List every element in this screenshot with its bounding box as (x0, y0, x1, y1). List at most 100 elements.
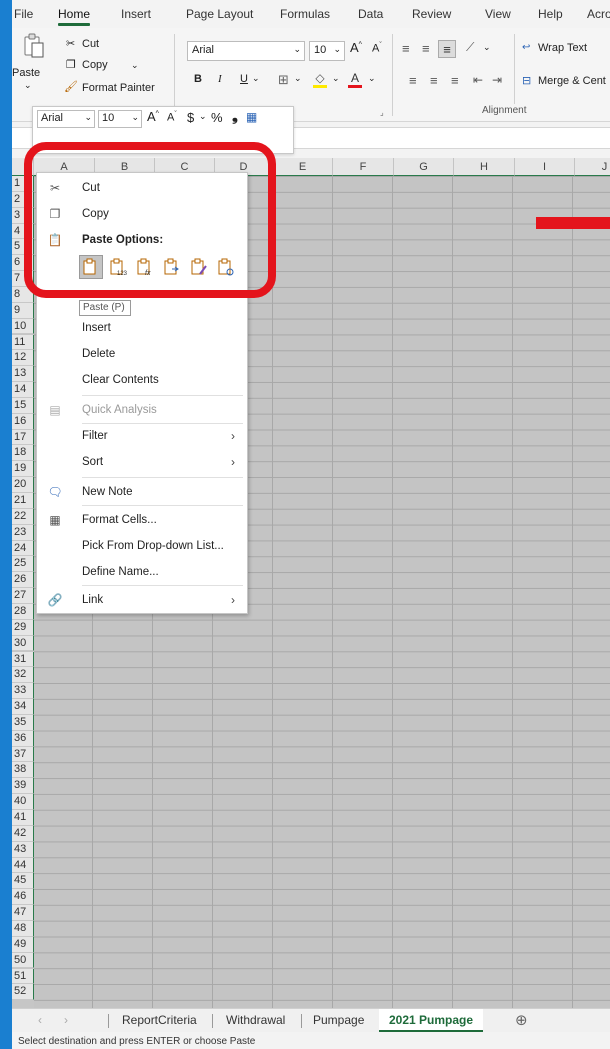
borders-icon[interactable]: ⊞ (278, 72, 289, 88)
format-painter-icon[interactable]: 🖌 (64, 80, 78, 93)
row-header[interactable]: 36 (12, 730, 34, 747)
row-header[interactable]: 11 (12, 334, 34, 351)
menu-item-copy[interactable]: ❐ Copy (37, 201, 247, 227)
row-header[interactable]: 35 (12, 714, 34, 731)
column-header[interactable]: F (333, 158, 394, 176)
paste-icon[interactable] (22, 32, 46, 60)
menu-item-filter[interactable]: Filter › (37, 423, 247, 449)
tab-home[interactable]: Home (58, 7, 91, 26)
menu-item-format-cells[interactable]: ▦ Format Cells... (37, 507, 247, 533)
next-sheet-icon[interactable]: › (64, 1013, 68, 1027)
paste-link-icon[interactable] (214, 255, 238, 279)
mini-font-box[interactable]: Arial ⌄ (37, 110, 95, 128)
row-header[interactable]: 22 (12, 508, 34, 525)
menu-item-link[interactable]: 🔗 Link › (37, 587, 247, 613)
column-header[interactable]: H (454, 158, 515, 176)
bold-icon[interactable]: B (194, 73, 202, 85)
row-header[interactable]: 15 (12, 397, 34, 414)
row-header[interactable]: 7 (12, 271, 34, 287)
currency-icon[interactable]: $ (187, 110, 194, 125)
tab-file[interactable]: File (14, 7, 33, 21)
cut-button[interactable]: Cut (82, 38, 99, 50)
prev-sheet-icon[interactable]: ‹ (38, 1013, 42, 1027)
sheet-tab-withdrawal[interactable]: Withdrawal (226, 1013, 285, 1027)
merge-icon[interactable]: ⊟ (522, 74, 531, 87)
select-all-corner[interactable] (12, 158, 34, 176)
chevron-down-icon[interactable]: ⌄ (199, 111, 207, 122)
row-header[interactable]: 39 (12, 778, 34, 795)
row-header[interactable]: 31 (12, 651, 34, 668)
row-header[interactable]: 28 (12, 603, 34, 620)
row-header[interactable]: 18 (12, 445, 34, 462)
increase-font-icon[interactable]: A^ (350, 40, 362, 55)
font-color-icon[interactable]: A (347, 70, 363, 88)
font-dialog-launcher-icon[interactable]: ⌟ (380, 108, 384, 117)
percent-icon[interactable]: % (211, 110, 223, 125)
align-middle-icon[interactable]: ≡ (422, 41, 430, 56)
format-table-icon[interactable]: ▦ (246, 110, 257, 124)
add-sheet-icon[interactable]: ⊕ (515, 1011, 528, 1029)
align-right-icon[interactable]: ≡ (451, 73, 459, 88)
tab-formulas[interactable]: Formulas (280, 7, 330, 21)
sheet-tab-2021-pumpage[interactable]: 2021 Pumpage (379, 1009, 484, 1032)
cut-icon[interactable]: ✂ (66, 37, 75, 50)
row-header[interactable]: 20 (12, 477, 34, 493)
column-header[interactable]: E (273, 158, 333, 176)
row-header[interactable]: 1 (12, 176, 34, 192)
row-header[interactable]: 52 (12, 984, 34, 1001)
row-header[interactable]: 9 (12, 302, 34, 319)
copy-icon[interactable]: ❐ (66, 58, 76, 71)
tab-review[interactable]: Review (412, 7, 451, 21)
paste-default-icon[interactable] (79, 255, 103, 279)
menu-item-sort[interactable]: Sort › (37, 449, 247, 475)
decrease-indent-icon[interactable]: ⇤ (473, 73, 483, 87)
row-header[interactable]: 19 (12, 461, 34, 478)
align-top-icon[interactable]: ≡ (402, 41, 410, 56)
increase-font-icon[interactable]: A^ (147, 109, 159, 124)
align-left-icon[interactable]: ≡ (409, 73, 417, 88)
chevron-down-icon[interactable]: ⌄ (368, 73, 376, 84)
row-header[interactable]: 48 (12, 920, 34, 937)
row-header[interactable]: 49 (12, 936, 34, 953)
row-header[interactable]: 16 (12, 413, 34, 430)
chevron-down-icon[interactable]: ⌄ (252, 73, 260, 84)
row-header[interactable]: 21 (12, 493, 34, 509)
tab-view[interactable]: View (485, 7, 511, 21)
menu-item-pick-dropdown[interactable]: Pick From Drop-down List... (37, 533, 247, 559)
menu-item-define-name[interactable]: Define Name... (37, 559, 247, 585)
menu-item-clear-contents[interactable]: Clear Contents (37, 367, 247, 393)
row-header[interactable]: 6 (12, 255, 34, 272)
column-header[interactable]: J (575, 158, 610, 176)
row-header[interactable]: 40 (12, 794, 34, 810)
paste-values-icon[interactable]: 123 (106, 255, 130, 279)
row-header[interactable]: 46 (12, 889, 34, 906)
orientation-icon[interactable]: ⟋ (466, 40, 474, 55)
row-header[interactable]: 27 (12, 588, 34, 604)
row-header[interactable]: 13 (12, 366, 34, 383)
row-header[interactable]: 26 (12, 572, 34, 589)
column-header[interactable]: G (394, 158, 454, 176)
row-header[interactable]: 3 (12, 207, 34, 224)
comma-style-icon[interactable]: ❟ (232, 108, 238, 125)
row-header[interactable]: 34 (12, 699, 34, 715)
sheet-tab-reportcriteria[interactable]: ReportCriteria (122, 1013, 197, 1027)
tab-help[interactable]: Help (538, 7, 563, 21)
row-header[interactable]: 8 (12, 286, 34, 303)
row-header[interactable]: 14 (12, 382, 34, 398)
decrease-font-icon[interactable]: Aˇ (372, 42, 382, 55)
underline-icon[interactable]: U (240, 73, 248, 85)
tab-page-layout[interactable]: Page Layout (186, 7, 253, 21)
wrap-text-button[interactable]: Wrap Text (538, 42, 587, 54)
merge-center-button[interactable]: Merge & Cent (538, 75, 606, 87)
chevron-down-icon[interactable]: ⌄ (483, 42, 491, 53)
row-header[interactable]: 29 (12, 619, 34, 636)
tab-insert[interactable]: Insert (121, 7, 151, 21)
row-header[interactable]: 23 (12, 524, 34, 541)
tab-acrobat[interactable]: Acro (587, 7, 610, 21)
align-bottom-icon[interactable]: ≡ (438, 40, 456, 58)
paste-formulas-icon[interactable]: fx (133, 255, 157, 279)
row-header[interactable]: 44 (12, 857, 34, 874)
paste-dropdown-icon[interactable]: ⌄ (24, 80, 32, 91)
menu-item-new-note[interactable]: 🗨 New Note (37, 479, 247, 505)
row-header[interactable]: 24 (12, 540, 34, 557)
